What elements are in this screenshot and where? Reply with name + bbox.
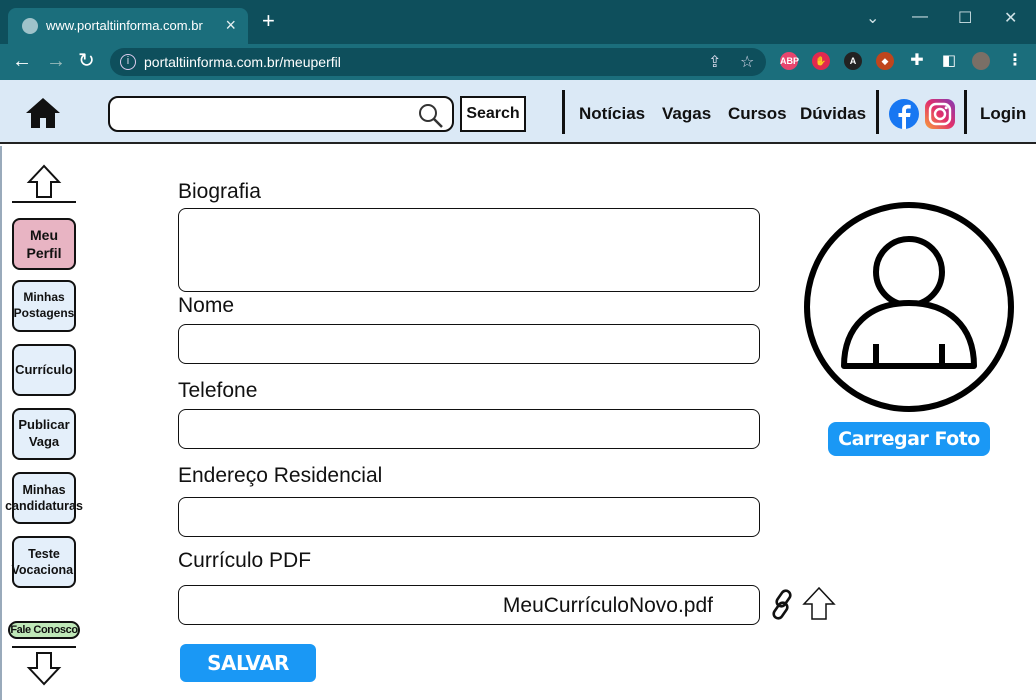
divider — [876, 90, 879, 134]
menu-icon[interactable]: ⋮ — [1006, 52, 1024, 70]
puzzle-icon[interactable]: ✚ — [908, 52, 926, 70]
divider — [964, 90, 967, 134]
link-icon[interactable] — [768, 588, 798, 622]
search-button[interactable]: Search — [460, 96, 526, 132]
browser-tabstrip: www.portaltiinforma.com.br × + ⌄ — ☐ ✕ — [0, 0, 1036, 44]
profile-page: Meu Perfil Minhas Postagens Currículo Pu… — [0, 146, 1036, 700]
bio-textarea[interactable] — [178, 208, 760, 292]
nav-noticias[interactable]: Notícias — [579, 104, 645, 124]
nav-vagas[interactable]: Vagas — [662, 104, 711, 124]
search-input[interactable] — [108, 96, 454, 132]
nav-duvidas[interactable]: Dúvidas — [800, 104, 866, 124]
new-tab-icon[interactable]: + — [262, 10, 275, 32]
save-button[interactable]: SALVAR — [180, 644, 316, 682]
star-icon[interactable]: ☆ — [740, 52, 754, 72]
share-icon[interactable]: ⇪ — [708, 52, 721, 72]
address-bar[interactable]: i portaltiinforma.com.br/meuperfil ⇪ ☆ — [110, 48, 766, 76]
back-icon[interactable]: ← — [12, 50, 32, 72]
name-label: Nome — [178, 294, 235, 317]
sidebar-item-publicar-vaga[interactable]: Publicar Vaga — [12, 408, 76, 460]
cv-file-name: MeuCurrículoNovo.pdf — [502, 594, 713, 617]
sidebar-divider — [12, 201, 76, 203]
phone-field[interactable] — [178, 409, 760, 449]
address-label: Endereço Residencial — [178, 464, 383, 487]
info-icon[interactable]: i — [120, 54, 136, 70]
window-close-icon[interactable]: ✕ — [1004, 8, 1017, 28]
name-field[interactable] — [178, 324, 760, 364]
divider — [562, 90, 565, 134]
bio-label: Biografia — [178, 180, 261, 203]
maximize-icon[interactable]: ☐ — [958, 8, 972, 28]
facebook-icon[interactable] — [888, 98, 920, 130]
site-header: Search Notícias Vagas Cursos Dúvidas Log… — [0, 80, 1036, 144]
stop-hand-icon[interactable]: ✋ — [812, 52, 830, 70]
search-icon[interactable] — [418, 103, 444, 129]
arrow-down-icon[interactable] — [26, 650, 62, 686]
login-link[interactable]: Login — [980, 104, 1026, 124]
cv-label: Currículo PDF — [178, 549, 312, 572]
avatar[interactable] — [972, 52, 990, 70]
cv-file-field[interactable]: MeuCurrículoNovo.pdf — [178, 585, 760, 625]
sidebar-divider — [12, 646, 76, 648]
globe-icon — [22, 18, 38, 34]
contact-button[interactable]: Fale Conosco — [8, 621, 80, 639]
upload-photo-button[interactable]: Carregar Foto — [828, 422, 990, 456]
address-field[interactable] — [178, 497, 760, 537]
url-text: portaltiinforma.com.br/meuperfil — [144, 54, 341, 70]
fox-icon[interactable]: ◆ — [876, 52, 894, 70]
sidebar-item-teste-vocacional[interactable]: Teste Vocacional — [11, 536, 77, 588]
browser-tab[interactable]: www.portaltiinforma.com.br × — [8, 8, 248, 44]
sidebar-item-minhas-candidaturas[interactable]: Minhas candidaturas — [5, 472, 83, 524]
forward-icon[interactable]: → — [46, 50, 66, 72]
tab-title: www.portaltiinforma.com.br — [46, 18, 203, 33]
extension-a-icon[interactable]: A — [844, 52, 862, 70]
adblock-icon[interactable]: ABP — [780, 52, 799, 70]
sidebar-item-curriculo[interactable]: Currículo — [12, 344, 76, 396]
arrow-up-icon[interactable] — [26, 164, 62, 200]
instagram-icon[interactable] — [924, 98, 956, 130]
sidebar-item-meu-perfil[interactable]: Meu Perfil — [12, 218, 76, 270]
reload-icon[interactable]: ↻ — [78, 50, 95, 72]
home-icon[interactable] — [24, 96, 62, 130]
user-avatar-icon — [804, 202, 1014, 412]
sidebar-item-minhas-postagens[interactable]: Minhas Postagens — [12, 280, 76, 332]
chevron-down-icon[interactable]: ⌄ — [866, 8, 879, 28]
nav-cursos[interactable]: Cursos — [728, 104, 787, 124]
minimize-icon[interactable]: — — [912, 8, 928, 26]
sidebar-icon[interactable]: ◧ — [940, 52, 958, 70]
upload-icon[interactable] — [802, 586, 836, 622]
phone-label: Telefone — [178, 379, 258, 402]
close-icon[interactable]: × — [225, 15, 236, 36]
browser-toolbar: ← → ↻ i portaltiinforma.com.br/meuperfil… — [0, 44, 1036, 80]
